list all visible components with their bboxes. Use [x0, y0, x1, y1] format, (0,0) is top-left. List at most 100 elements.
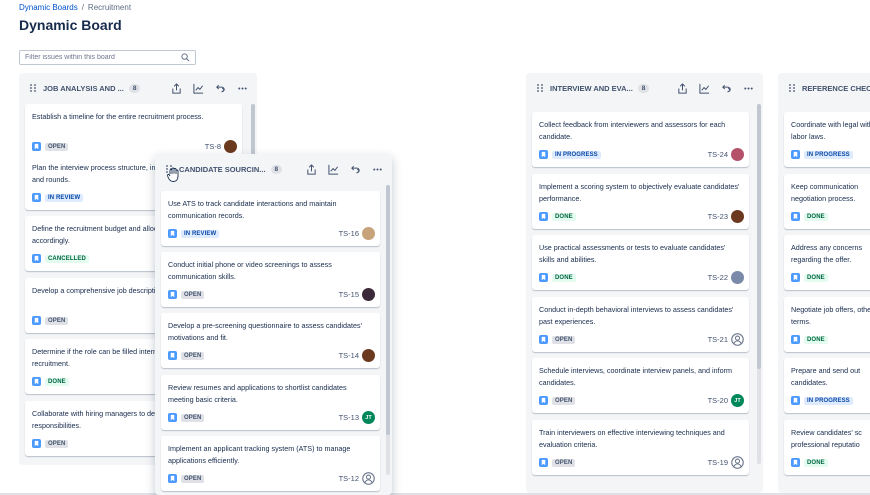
- status-badge: OPEN: [45, 142, 69, 151]
- avatar[interactable]: JT: [362, 411, 375, 424]
- avatar[interactable]: [224, 140, 237, 153]
- issue-card[interactable]: Conduct initial phone or video screening…: [161, 252, 380, 307]
- issue-key[interactable]: TS-19: [708, 458, 728, 467]
- export-button[interactable]: [673, 79, 691, 97]
- column-title: INTERVIEW AND EVA...: [550, 83, 633, 93]
- drag-handle-icon[interactable]: [788, 83, 796, 93]
- chart-button[interactable]: [324, 160, 342, 178]
- issue-key[interactable]: TS-12: [339, 474, 359, 483]
- avatar[interactable]: [731, 210, 744, 223]
- card-title: Address any concerns regarding the offer…: [791, 243, 863, 264]
- column-header: CANDIDATE SOURCIN... 8: [155, 154, 392, 184]
- column-reference-check: REFERENCE CHEC Coordinate with legal wit…: [778, 73, 870, 493]
- breadcrumb: Dynamic Boards / Recruitment: [19, 3, 131, 12]
- card-title: Conduct in-depth behavioral interviews t…: [539, 305, 734, 326]
- issue-card[interactable]: Coordinate with legal with labor laws. I…: [784, 112, 870, 167]
- drag-handle-icon[interactable]: [536, 83, 544, 93]
- issue-card[interactable]: Review resumes and applications to short…: [161, 375, 380, 430]
- chart-icon: [698, 83, 709, 94]
- status-badge: OPEN: [181, 413, 205, 422]
- drag-handle-icon[interactable]: [29, 83, 37, 93]
- issue-key[interactable]: TS-20: [708, 396, 728, 405]
- story-type-icon: [791, 273, 800, 282]
- column-title: CANDIDATE SOURCIN...: [179, 164, 266, 174]
- share-icon: [171, 82, 181, 94]
- refresh-button[interactable]: [211, 79, 229, 97]
- issue-key[interactable]: TS-21: [708, 335, 728, 344]
- story-type-icon: [32, 193, 41, 202]
- issue-card[interactable]: Establish a timeline for the entire recr…: [25, 104, 242, 159]
- column-interview-evaluation: INTERVIEW AND EVA... 8 Collect feedback …: [526, 73, 763, 493]
- search-icon[interactable]: [181, 53, 190, 62]
- issue-card[interactable]: Implement an applicant tracking system (…: [161, 436, 380, 491]
- card-title: Use ATS to track candidate interactions …: [168, 199, 337, 220]
- refresh-button[interactable]: [346, 160, 364, 178]
- more-button[interactable]: [368, 160, 386, 178]
- story-type-icon: [791, 396, 800, 405]
- issue-card[interactable]: Keep communication negotiation process. …: [784, 174, 870, 229]
- breadcrumb-current: Recruitment: [87, 3, 132, 12]
- scrollbar[interactable]: [757, 104, 761, 464]
- refresh-icon: [350, 165, 360, 173]
- user-placeholder-icon[interactable]: [731, 456, 744, 469]
- column-title: JOB ANALYSIS AND ...: [43, 83, 124, 93]
- issue-card[interactable]: Train interviewers on effective intervie…: [532, 420, 749, 475]
- issue-card[interactable]: Negotiate job offers, other terms. DONE: [784, 297, 870, 352]
- status-badge: IN PROGRESS: [804, 396, 853, 405]
- breadcrumb-link-dynamic-boards[interactable]: Dynamic Boards: [19, 3, 78, 12]
- card-title: Coordinate with legal with labor laws.: [791, 120, 870, 141]
- avatar[interactable]: JT: [731, 394, 744, 407]
- grab-cursor-icon: [167, 167, 179, 182]
- issue-card[interactable]: Implement a scoring system to objectivel…: [532, 174, 749, 229]
- refresh-button[interactable]: [717, 79, 735, 97]
- scrollbar-thumb[interactable]: [757, 104, 761, 369]
- issue-key[interactable]: TS-8: [205, 142, 221, 151]
- story-type-icon: [168, 290, 177, 299]
- issue-card[interactable]: Use practical assessments or tests to ev…: [532, 235, 749, 290]
- issue-card[interactable]: Develop a pre-screening questionnaire to…: [161, 313, 380, 368]
- export-button[interactable]: [302, 160, 320, 178]
- column-candidate-sourcing[interactable]: CANDIDATE SOURCIN... 8 Use ATS to track …: [155, 154, 392, 495]
- issue-card[interactable]: Collect feedback from interviewers and a…: [532, 112, 749, 167]
- column-title: REFERENCE CHEC: [802, 83, 870, 93]
- issue-key[interactable]: TS-23: [708, 212, 728, 221]
- avatar[interactable]: [731, 271, 744, 284]
- issue-key[interactable]: TS-15: [339, 290, 359, 299]
- refresh-icon: [721, 84, 731, 92]
- story-type-icon: [32, 439, 41, 448]
- user-placeholder-icon[interactable]: [362, 472, 375, 485]
- story-type-icon: [32, 254, 41, 263]
- avatar[interactable]: [362, 349, 375, 362]
- column-header: REFERENCE CHEC: [778, 73, 870, 103]
- avatar[interactable]: [362, 227, 375, 240]
- card-title: Use practical assessments or tests to ev…: [539, 243, 726, 264]
- issue-card[interactable]: Use ATS to track candidate interactions …: [161, 191, 380, 246]
- issue-card[interactable]: Prepare and send out candidates. IN PROG…: [784, 358, 870, 413]
- status-badge: OPEN: [45, 316, 69, 325]
- issue-key[interactable]: TS-13: [339, 413, 359, 422]
- scrollbar-thumb[interactable]: [386, 185, 390, 435]
- story-type-icon: [539, 150, 548, 159]
- user-placeholder-icon[interactable]: [731, 333, 744, 346]
- scrollbar[interactable]: [386, 185, 390, 475]
- avatar[interactable]: [362, 288, 375, 301]
- more-button[interactable]: [739, 79, 757, 97]
- issue-card[interactable]: Conduct in-depth behavioral interviews t…: [532, 297, 749, 352]
- issue-key[interactable]: TS-22: [708, 273, 728, 282]
- issue-key[interactable]: TS-14: [339, 351, 359, 360]
- chart-button[interactable]: [695, 79, 713, 97]
- status-badge: DONE: [804, 273, 828, 282]
- chart-button[interactable]: [189, 79, 207, 97]
- filter-input[interactable]: [25, 54, 181, 61]
- export-button[interactable]: [167, 79, 185, 97]
- avatar[interactable]: [731, 148, 744, 161]
- more-button[interactable]: [233, 79, 251, 97]
- issue-card[interactable]: Review candidates' sc professional reput…: [784, 420, 870, 475]
- issue-key[interactable]: TS-16: [339, 229, 359, 238]
- card-title: Train interviewers on effective intervie…: [539, 428, 725, 449]
- issue-card[interactable]: Address any concerns regarding the offer…: [784, 235, 870, 290]
- issue-key[interactable]: TS-24: [708, 150, 728, 159]
- story-type-icon: [539, 458, 548, 467]
- more-icon: [743, 86, 753, 90]
- issue-card[interactable]: Schedule interviews, coordinate intervie…: [532, 358, 749, 413]
